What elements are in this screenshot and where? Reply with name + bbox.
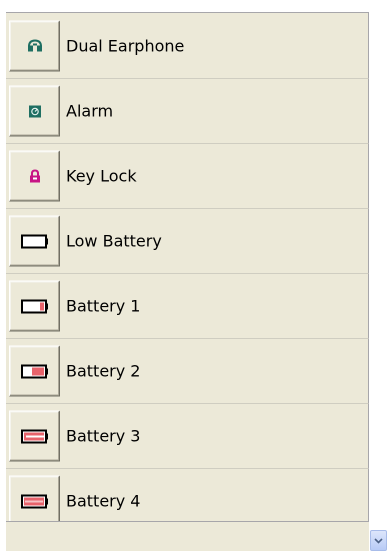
alarm-icon [28, 105, 41, 117]
list-item-low-battery[interactable]: Low Battery [6, 208, 369, 273]
list-empty-area [6, 521, 369, 551]
battery-2-icon [20, 364, 49, 378]
list-item-label: Dual Earphone [66, 36, 185, 55]
battery-3-icon [20, 429, 49, 443]
icon-button-battery-2[interactable] [9, 345, 60, 397]
list-item-label: Alarm [66, 101, 114, 121]
icon-button-key-lock[interactable] [9, 150, 60, 202]
icon-button-battery-1[interactable] [9, 280, 60, 332]
list-item-battery-1[interactable]: Battery 1 [6, 273, 369, 338]
list-item-label: Battery 4 [66, 491, 141, 511]
earphone-icon [27, 39, 42, 52]
battery-1-icon [20, 299, 49, 313]
list-item-dual-earphone[interactable]: Dual Earphone [6, 12, 369, 78]
icon-button-battery-4[interactable] [9, 475, 60, 527]
battery-empty-icon [20, 234, 49, 248]
battery-4-icon [20, 494, 49, 508]
icon-list-panel: Dual Earphone Alarm Key Lock Low Battery… [0, 0, 387, 551]
list-item-label: Battery 3 [66, 426, 141, 446]
icon-list: Dual Earphone Alarm Key Lock Low Battery… [6, 12, 369, 533]
lock-icon [29, 169, 41, 183]
icon-button-low-battery[interactable] [9, 215, 60, 267]
list-item-label: Low Battery [66, 231, 162, 251]
icon-button-dual-earphone[interactable] [9, 20, 60, 71]
list-item-label: Battery 2 [66, 361, 141, 381]
scroll-down-button[interactable] [370, 530, 387, 551]
icon-button-battery-3[interactable] [9, 410, 60, 462]
list-item-label: Battery 1 [66, 296, 141, 316]
icon-button-alarm[interactable] [9, 85, 60, 137]
list-item-alarm[interactable]: Alarm [6, 78, 369, 143]
list-item-key-lock[interactable]: Key Lock [6, 143, 369, 208]
list-item-battery-2[interactable]: Battery 2 [6, 338, 369, 403]
list-item-label: Key Lock [66, 166, 137, 186]
chevron-down-icon [374, 537, 383, 544]
list-item-battery-3[interactable]: Battery 3 [6, 403, 369, 468]
